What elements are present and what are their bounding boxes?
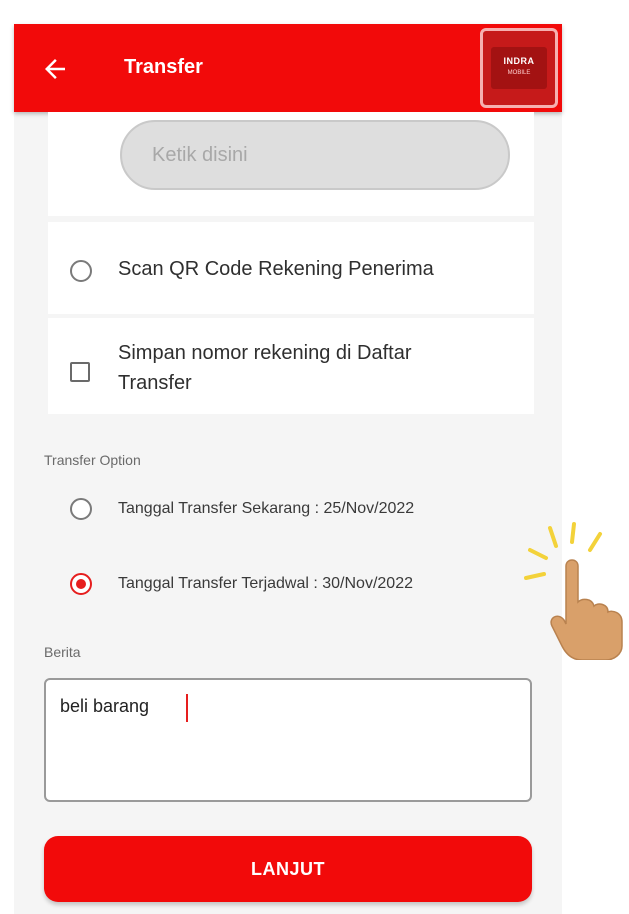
transfer-scheduled-label: Tanggal Transfer Terjadwal : 30/Nov/2022 xyxy=(118,575,413,592)
transfer-option-heading: Transfer Option xyxy=(44,452,141,468)
save-account-label-line1: Simpan nomor rekening di Daftar xyxy=(118,342,412,364)
brand-logo-text: INDRA xyxy=(503,56,535,66)
text-cursor xyxy=(186,694,188,722)
lanjut-button[interactable]: LANJUT xyxy=(44,836,532,902)
hand-shape xyxy=(550,559,623,660)
transfer-now-radio[interactable] xyxy=(70,498,92,520)
search-card xyxy=(48,112,534,216)
transfer-screen: Transfer INDRA MOBILE Scan QR Code Reken… xyxy=(14,24,562,914)
save-account-label-line2: Transfer xyxy=(118,372,192,394)
scan-qr-label: Scan QR Code Rekening Penerima xyxy=(118,258,434,280)
page-title: Transfer xyxy=(124,56,203,78)
berita-input[interactable]: beli barang xyxy=(44,678,532,802)
sparkle-lines xyxy=(524,522,602,580)
scan-qr-option[interactable]: Scan QR Code Rekening Penerima xyxy=(48,222,534,314)
arrow-left-icon[interactable] xyxy=(40,54,70,84)
berita-heading: Berita xyxy=(44,644,81,660)
brand-logo-plate: INDRA MOBILE xyxy=(491,47,547,89)
tap-hand-icon xyxy=(524,522,623,660)
brand-logo: INDRA MOBILE xyxy=(480,28,558,108)
search-input[interactable] xyxy=(120,120,510,190)
transfer-now-label: Tanggal Transfer Sekarang : 25/Nov/2022 xyxy=(118,500,415,517)
save-account-checkbox[interactable] xyxy=(70,362,90,382)
scan-qr-radio[interactable] xyxy=(70,260,92,282)
brand-logo-subtext: MOBILE xyxy=(507,70,531,76)
app-bar: Transfer INDRA MOBILE xyxy=(14,24,562,112)
transfer-scheduled-radio[interactable] xyxy=(70,573,92,595)
save-account-option[interactable]: Simpan nomor rekening di Daftar Transfer xyxy=(48,318,534,414)
screenshot-page: Transfer INDRA MOBILE Scan QR Code Reken… xyxy=(0,0,629,914)
